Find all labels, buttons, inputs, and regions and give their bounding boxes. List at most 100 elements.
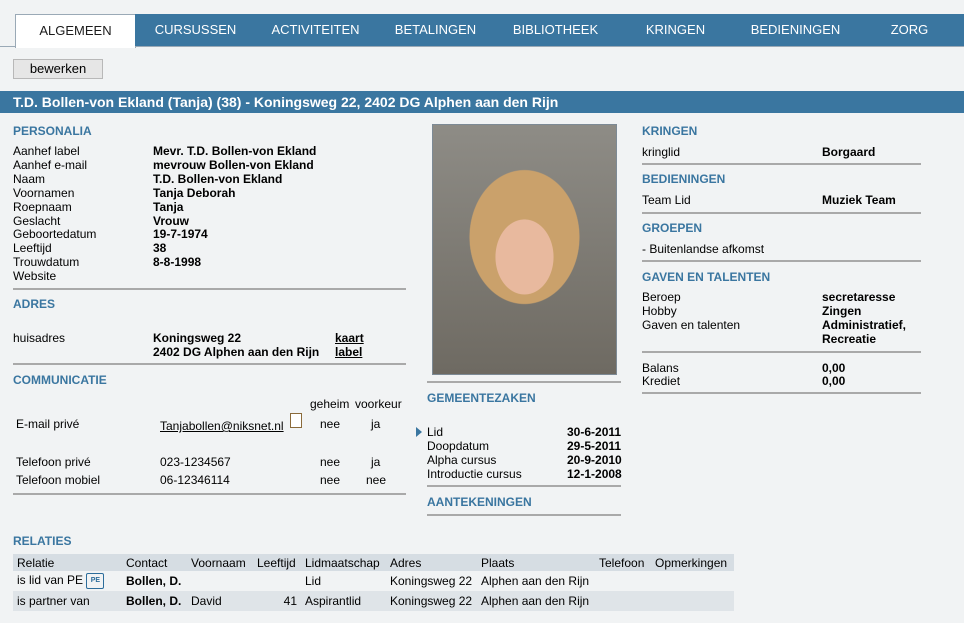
column-header: Telefoon bbox=[595, 554, 651, 571]
adres-cell: Koningsweg 22 bbox=[386, 591, 477, 611]
tab-algemeen[interactable]: ALGEMEEN bbox=[15, 14, 136, 48]
personalia-label: Geboortedatum bbox=[13, 227, 97, 241]
lidmaatschap-cell: Lid bbox=[305, 574, 322, 588]
email-link[interactable]: Tanjabollen@niksnet.nl bbox=[160, 419, 284, 433]
table-row[interactable]: is partner van Bollen, D. David 41 Aspir… bbox=[13, 591, 734, 611]
gaven-label: Gaven en talenten bbox=[642, 318, 741, 332]
tab-betalingen[interactable]: BETALINGEN bbox=[375, 14, 496, 46]
comm-voorkeur: ja bbox=[371, 417, 381, 431]
divider bbox=[13, 288, 406, 290]
personalia-header: PERSONALIA bbox=[13, 124, 92, 138]
tab-kringen[interactable]: KRINGEN bbox=[615, 14, 736, 46]
comm-voorkeur: nee bbox=[366, 473, 387, 487]
gemeente-label: Alpha cursus bbox=[427, 453, 497, 467]
relatie-text: is lid van PE bbox=[17, 573, 84, 588]
kaart-link[interactable]: kaart bbox=[335, 331, 364, 345]
column-header: Relatie bbox=[13, 554, 122, 571]
col-voorkeur: voorkeur bbox=[355, 397, 402, 411]
divider bbox=[642, 163, 921, 165]
tab-bibliotheek[interactable]: BIBLIOTHEEK bbox=[495, 14, 616, 46]
bedieningen-header: BEDIENINGEN bbox=[642, 172, 726, 186]
gaven-value: Administratief, bbox=[822, 318, 907, 332]
adres-line2: 2402 DG Alphen aan den Rijn bbox=[153, 345, 320, 359]
leeftijd-cell bbox=[253, 571, 301, 591]
plaats-cell: Alphen aan den Rijn bbox=[477, 591, 595, 611]
column-header: Opmerkingen bbox=[651, 554, 734, 571]
comm-label: Telefoon privé bbox=[16, 455, 91, 469]
relatie-cell: is lid van PE PE bbox=[13, 571, 122, 591]
personalia-value: Tanja Deborah bbox=[153, 186, 236, 200]
comm-geheim: nee bbox=[320, 455, 341, 469]
balans-value: 0,00 bbox=[822, 361, 846, 375]
gemeente-label: Doopdatum bbox=[427, 439, 490, 453]
comm-label: Telefoon mobiel bbox=[16, 473, 101, 487]
tab-zorg[interactable]: ZORG bbox=[855, 14, 964, 46]
communicatie-header: COMMUNICATIE bbox=[13, 373, 107, 387]
relaties-table: Relatie Contact Voornaam Leeftijd Lidmaa… bbox=[13, 554, 734, 611]
personalia-value: Vrouw bbox=[153, 214, 190, 228]
personalia-value: T.D. Bollen-von Ekland bbox=[153, 172, 283, 186]
gemeente-value: 12-1-2008 bbox=[567, 467, 622, 481]
gemeente-value: 30-6-2011 bbox=[567, 425, 622, 439]
kringen-header: KRINGEN bbox=[642, 124, 698, 138]
column-header: Leeftijd bbox=[253, 554, 301, 571]
personalia-value: 38 bbox=[153, 241, 167, 255]
gaven-value: secretaresse bbox=[822, 290, 896, 304]
divider bbox=[427, 514, 621, 516]
arrow-right-icon bbox=[416, 427, 422, 437]
tab-divider bbox=[0, 46, 964, 47]
gaven-value: Recreatie bbox=[822, 332, 877, 346]
aantekeningen-header: AANTEKENINGEN bbox=[427, 495, 532, 509]
page-title: T.D. Bollen-von Ekland (Tanja) (38) - Ko… bbox=[0, 91, 964, 113]
gemeentezaken-header: GEMEENTEZAKEN bbox=[427, 391, 536, 405]
divider bbox=[13, 363, 406, 365]
contact-cell[interactable]: Bollen, D. bbox=[122, 591, 187, 611]
gaven-label: Beroep bbox=[642, 290, 681, 304]
personalia-value: 8-8-1998 bbox=[153, 255, 202, 269]
relatie-cell: is partner van bbox=[13, 591, 122, 611]
divider bbox=[642, 392, 921, 394]
krediet-label: Krediet bbox=[642, 374, 681, 388]
tab-bedieningen[interactable]: BEDIENINGEN bbox=[735, 14, 856, 46]
bedieningen-value: Muziek Team bbox=[822, 193, 896, 207]
table-row[interactable]: is lid van PE PE Bollen, D. Lid Koningsw… bbox=[13, 571, 734, 591]
contact-cell[interactable]: Bollen, D. bbox=[122, 571, 187, 591]
bedieningen-label: Team Lid bbox=[642, 193, 691, 207]
home-pe-icon[interactable]: PE bbox=[86, 573, 105, 589]
krediet-value: 0,00 bbox=[822, 374, 846, 388]
personalia-label: Aanhef label bbox=[13, 144, 80, 158]
adres-cell: Koningsweg 22 bbox=[390, 574, 473, 588]
groepen-header: GROEPEN bbox=[642, 221, 703, 235]
kringen-value: Borgaard bbox=[822, 145, 876, 159]
tab-bar: ALGEMEEN CURSUSSEN ACTIVITEITEN BETALING… bbox=[0, 0, 964, 48]
adres-label: huisadres bbox=[13, 331, 66, 345]
column-header: Plaats bbox=[477, 554, 595, 571]
label-link[interactable]: label bbox=[335, 345, 362, 359]
plaats-cell: Alphen aan den Rijn bbox=[481, 574, 590, 588]
divider bbox=[642, 260, 921, 262]
personalia-label: Aanhef e-mail bbox=[13, 158, 88, 172]
personalia-label: Geslacht bbox=[13, 214, 61, 228]
column-header: Lidmaatschap bbox=[301, 554, 386, 571]
column-header: Adres bbox=[386, 554, 477, 571]
lidmaatschap-cell: Aspirantlid bbox=[301, 591, 386, 611]
adres-line1: Koningsweg 22 bbox=[153, 331, 242, 345]
personalia-value: 19-7-1974 bbox=[153, 227, 208, 241]
personalia-label: Voornamen bbox=[13, 186, 75, 200]
personalia-label: Website bbox=[13, 269, 57, 283]
tab-cursussen[interactable]: CURSUSSEN bbox=[135, 14, 256, 46]
gemeente-label: Introductie cursus bbox=[427, 467, 522, 481]
edit-button[interactable]: bewerken bbox=[13, 59, 103, 79]
personalia-label: Leeftijd bbox=[13, 241, 52, 255]
divider bbox=[13, 493, 406, 495]
clipboard-icon[interactable] bbox=[290, 413, 302, 428]
col-geheim: geheim bbox=[310, 397, 350, 411]
personalia-label: Trouwdatum bbox=[13, 255, 80, 269]
gemeente-label: Lid bbox=[427, 425, 444, 439]
personalia-value: Tanja bbox=[153, 200, 184, 214]
kringen-label: kringlid bbox=[642, 145, 681, 159]
groepen-item: - Buitenlandse afkomst bbox=[642, 242, 765, 256]
tab-activiteiten[interactable]: ACTIVITEITEN bbox=[255, 14, 376, 46]
column-header: Contact bbox=[122, 554, 187, 571]
personalia-label: Roepnaam bbox=[13, 200, 72, 214]
